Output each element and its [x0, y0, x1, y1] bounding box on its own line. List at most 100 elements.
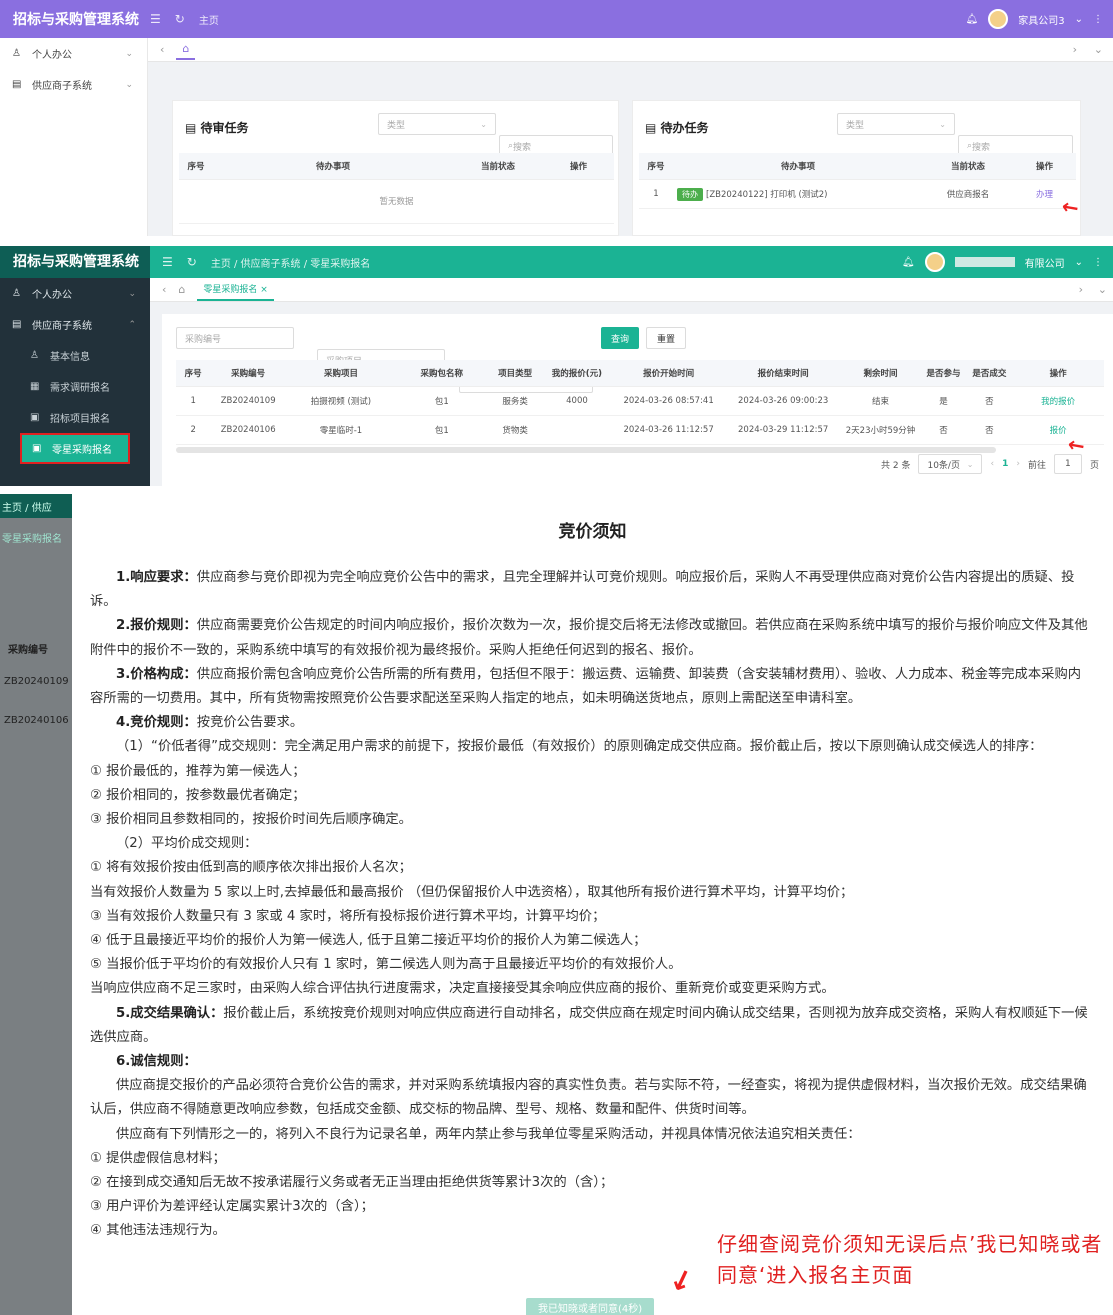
- sidebar-item-supplier[interactable]: ▤ 供应商子系统 ⌃: [0, 309, 150, 340]
- person-icon: ♙: [12, 48, 21, 59]
- table-cell: [542, 415, 612, 445]
- table-cell: 否: [966, 386, 1013, 416]
- bg-col: 采购编号: [8, 645, 48, 656]
- table-cell: 拍摄视频 (测试): [285, 386, 396, 416]
- notice-paragraph: （1）“价低者得”成交规则：完全满足用户需求的前提下，按报价最低（有效报价）的原…: [116, 739, 1043, 755]
- table-cell: 2024-03-26 11:12:57: [611, 415, 726, 445]
- menu-toggle-icon[interactable]: ☰: [162, 255, 173, 269]
- notice-paragraph: ③ 报价相同且参数相同的，按报价时间先后顺序确定。: [90, 812, 412, 828]
- column-header: 报价开始时间: [611, 360, 726, 387]
- doc-icon: ▦: [30, 381, 40, 392]
- column-header: 我的报价(元): [542, 360, 612, 387]
- sidebar: ♙ 个人办公 ⌄ ▤ 供应商子系统 ⌃ ♙ 基本信息 ▦ 需求调研报名 ▣ 招标项目报名 ▣ 零…: [0, 278, 150, 486]
- tab-next-icon[interactable]: ›: [1073, 43, 1077, 56]
- tab-sporadic[interactable]: 零星采购报名 ×: [197, 278, 274, 301]
- query-button[interactable]: 查询: [601, 327, 640, 349]
- sidebar-item-basic-info[interactable]: ♙ 基本信息: [0, 340, 150, 371]
- doc-icon: ▣: [30, 412, 40, 423]
- notice-paragraph: 当响应供应商不足三家时，由采购人综合评估执行进度需求，决定直接接受其余响应供应商…: [90, 981, 835, 997]
- more-icon[interactable]: ⋮: [1093, 14, 1103, 25]
- row-action-link[interactable]: 报价: [1012, 415, 1104, 445]
- refresh-icon[interactable]: ↻: [175, 12, 185, 26]
- column-header: 操作: [1012, 360, 1104, 387]
- sidebar-item-bidding[interactable]: ▣ 招标项目报名: [0, 402, 150, 433]
- notice-paragraph: ② 报价相同的，按参数最优者确定；: [90, 787, 306, 803]
- chevron-down-icon[interactable]: ⌄: [1075, 14, 1083, 25]
- table-cell: 服务类: [487, 386, 543, 416]
- sidebar-item-personal[interactable]: ♙ 个人办公 ⌄: [0, 278, 150, 309]
- prev-page-icon[interactable]: ‹: [990, 459, 994, 469]
- modal-title: 竞价须知: [558, 522, 627, 542]
- sidebar-item-sporadic[interactable]: ▣ 零星采购报名: [20, 433, 130, 464]
- refresh-icon[interactable]: ↻: [187, 255, 197, 269]
- bg-row: ZB20240109: [4, 676, 69, 687]
- calendar-icon: ▤: [185, 121, 201, 135]
- tab-prev-icon[interactable]: ‹: [162, 283, 166, 296]
- pending-review-card: ▤ 待审任务 类型 ⌄ ⌕ 搜索 序号 待办事项 当前状态 操作 暂无数据: [172, 100, 619, 236]
- redacted-block: [954, 257, 1015, 267]
- screenshot-1: 招标与采购管理系统 ☰ ↻ 主页 🔔︎ 家具公司3 ⌄ ⋮ ♙ 个人办公 ⌄ ▤…: [0, 0, 1113, 236]
- calendar-icon: ▤: [645, 121, 661, 135]
- notice-paragraph: ③ 用户评价为差评经认定属实累计3次的（含）；: [90, 1199, 374, 1215]
- type-select[interactable]: 类型 ⌄: [378, 113, 496, 135]
- column-header: 报价结束时间: [725, 360, 841, 387]
- column-header: 是否参与: [920, 360, 967, 387]
- menu-toggle-icon[interactable]: ☰: [150, 12, 161, 26]
- table-cell: ZB20240109: [210, 386, 286, 416]
- annotation-arrow-icon: ↙: [665, 1260, 699, 1301]
- empty-text: 暂无数据: [179, 179, 614, 224]
- table-cell: 零星临时-1: [285, 415, 396, 445]
- user-name[interactable]: 家具公司3: [1018, 12, 1064, 27]
- grid-icon: ▤: [12, 79, 22, 90]
- grid-icon: ▤: [12, 319, 22, 330]
- notice-paragraph: ⑤ 当报价低于平均价的有效报价人只有 1 家时，第二候选人则为高于且最接近平均价…: [90, 957, 682, 973]
- bell-icon[interactable]: 🔔︎: [902, 257, 915, 268]
- column-header: 采购编号: [210, 360, 286, 387]
- tab-bar: ‹ ⌂ › ⌄: [148, 38, 1113, 62]
- home-icon[interactable]: ⌂: [178, 283, 185, 296]
- todo-title: ▤ 待办任务: [645, 121, 709, 135]
- chevron-down-icon: ⌄: [125, 79, 133, 90]
- column-header: 是否成交: [966, 360, 1013, 387]
- status-badge: 待办: [677, 187, 703, 201]
- next-page-icon[interactable]: ›: [1016, 459, 1020, 469]
- type-select[interactable]: 类型 ⌄: [837, 113, 955, 135]
- chevron-down-icon[interactable]: ⌄: [1098, 283, 1107, 296]
- row-action-link[interactable]: 我的报价: [1012, 386, 1104, 416]
- chevron-down-icon[interactable]: ⌄: [1075, 257, 1083, 268]
- table-scrollbar[interactable]: [176, 446, 996, 453]
- sidebar-item-supplier[interactable]: ▤ 供应商子系统 ⌄: [0, 69, 147, 100]
- home-icon[interactable]: ⌂: [176, 39, 196, 60]
- avatar[interactable]: [924, 252, 945, 272]
- avatar[interactable]: [988, 9, 1009, 29]
- bell-icon[interactable]: 🔔︎: [966, 14, 979, 25]
- background-overlay: 主页 / 供应 零星采购报名 采购编号 ZB20240109 ZB2024010…: [0, 494, 72, 1315]
- table-cell: 包1: [395, 386, 488, 416]
- more-icon[interactable]: ⋮: [1093, 257, 1103, 268]
- column-header: 采购项目: [285, 360, 396, 387]
- sidebar-item-personal[interactable]: ♙ 个人办公 ⌄: [0, 38, 147, 69]
- agree-button[interactable]: 我已知晓或者同意(4秒): [526, 1298, 655, 1315]
- reset-button[interactable]: 重置: [646, 327, 687, 349]
- column-header: 采购包名称: [395, 360, 488, 387]
- chevron-up-icon: ⌃: [128, 319, 136, 330]
- sidebar-item-survey[interactable]: ▦ 需求调研报名: [0, 371, 150, 402]
- notice-modal: 竞价须知 1.响应要求：供应商参与竞价即视为完全响应竞价公告中的需求，且完全理解…: [72, 494, 1113, 1315]
- bg-tab: 零星采购报名: [2, 534, 62, 545]
- table-row: 1 待办 [ZB20240122] 打印机 (测试2) 供应商报名 办理: [639, 179, 1076, 209]
- code-input[interactable]: 采购编号: [176, 327, 294, 349]
- page-size-select[interactable]: 10条/页 ⌄: [918, 454, 983, 474]
- tab-next-icon[interactable]: ›: [1079, 283, 1083, 296]
- table-cell: 是: [920, 386, 967, 416]
- sidebar: ♙ 个人办公 ⌄ ▤ 供应商子系统 ⌄: [0, 38, 148, 236]
- notice-paragraph: 3.价格构成：供应商报价需包含响应竞价公告所需的所有费用，包括但不限于：搬运费、…: [90, 666, 1082, 707]
- notice-paragraph: 供应商有下列情形之一的，将列入不良行为记录名单，两年内禁止参与我单位零星采购活动…: [116, 1126, 861, 1142]
- notice-paragraph: （2）平均价成交规则：: [116, 836, 258, 852]
- user-name[interactable]: 有限公司: [1025, 255, 1065, 270]
- page-number[interactable]: 1: [1002, 459, 1008, 469]
- chevron-down-icon[interactable]: ⌄: [1094, 43, 1103, 56]
- tab-prev-icon[interactable]: ‹: [160, 43, 164, 56]
- notice-paragraph: ① 提供虚假信息材料；: [90, 1150, 226, 1166]
- main-panel: 采购编号 采购项目 全部⌄ 查询 重置 序号采购编号采购项目采购包名称项目类型我…: [162, 314, 1113, 486]
- breadcrumb: 主页 / 供应商子系统 / 零星采购报名: [210, 258, 371, 270]
